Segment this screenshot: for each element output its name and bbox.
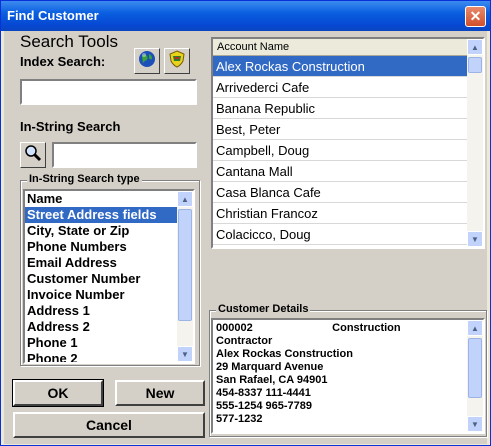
search-type-item[interactable]: Name [25,191,177,207]
detail-line: Contractor [216,335,273,347]
scroll-up-icon[interactable]: ▲ [467,320,483,336]
customer-details-box[interactable]: 000002 Construction Contractor Alex Rockas… [211,318,485,434]
window-title: Find Customer [7,8,99,23]
search-type-item[interactable]: City, State or Zip [25,223,177,239]
detail-line: San Rafael, CA 94901 [216,374,328,386]
globe-icon [138,50,156,73]
detail-line: 577-1232 [216,413,263,425]
detail-line: 000002 Construction [216,322,401,334]
detail-line: 555-1254 965-7789 [216,400,313,412]
in-string-search-input[interactable] [54,144,195,166]
search-type-item[interactable]: Street Address fields [25,207,177,223]
customer-details-text: 000002 Construction Contractor Alex Rockas… [213,320,467,432]
account-rows: Alex Rockas Construction Arrivederci Cafe… [213,56,467,245]
dialog-body: Search Tools Index Search: In-String Sea… [4,31,487,444]
find-customer-window: Find Customer ✕ Search Tools Index Searc… [0,0,491,446]
account-row[interactable]: Best, Peter [213,119,467,140]
index-search-field[interactable] [20,79,197,105]
search-type-item[interactable]: Customer Number [25,271,177,287]
shield-search-button[interactable] [164,48,190,74]
cancel-button[interactable]: Cancel [13,412,205,438]
scroll-thumb[interactable] [468,57,482,73]
index-search-label: Index Search: [20,54,106,69]
globe-search-button[interactable] [134,48,160,74]
account-row[interactable]: Campbell, Doug [213,140,467,161]
search-tools-label: Search Tools [20,32,118,51]
search-type-item[interactable]: Phone Numbers [25,239,177,255]
magnifier-icon [24,144,42,167]
search-type-item[interactable]: Address 1 [25,303,177,319]
search-type-item[interactable]: Phone 2 [25,351,177,362]
account-row[interactable]: Casa Blanca Cafe [213,182,467,203]
ok-button[interactable]: OK [12,379,104,407]
search-type-item[interactable]: Address 2 [25,319,177,335]
account-list-items: Account Name Alex Rockas Construction Arr… [213,39,467,247]
account-row[interactable]: Banana Republic [213,98,467,119]
scroll-up-icon[interactable]: ▲ [467,39,483,55]
in-string-search-button[interactable] [20,142,46,168]
shield-icon [168,49,186,73]
search-type-list[interactable]: Name Street Address fields City, State or … [23,189,195,364]
scroll-thumb[interactable] [468,338,482,398]
scroll-down-icon[interactable]: ▼ [467,231,483,247]
in-string-search-label: In-String Search [20,119,121,134]
scroll-down-icon[interactable]: ▼ [467,416,483,432]
account-row[interactable]: Cantana Mall [213,161,467,182]
scroll-down-icon[interactable]: ▼ [177,346,193,362]
search-type-scrollbar[interactable]: ▲ ▼ [177,191,193,362]
account-name-column-header[interactable]: Account Name [213,39,467,56]
account-row[interactable]: Alex Rockas Construction [213,56,467,77]
search-type-item[interactable]: Email Address [25,255,177,271]
close-icon[interactable]: ✕ [465,6,486,27]
search-type-item[interactable]: Phone 1 [25,335,177,351]
account-scrollbar[interactable]: ▲ ▼ [467,39,483,247]
index-search-input[interactable] [22,81,195,103]
account-list[interactable]: Account Name Alex Rockas Construction Arr… [211,37,485,249]
account-row[interactable]: Christian Francoz [213,203,467,224]
detail-line: 454-8337 111-4441 [216,387,311,399]
account-row[interactable]: Arrivederci Cafe [213,77,467,98]
scroll-up-icon[interactable]: ▲ [177,191,193,207]
in-string-search-field[interactable] [52,142,197,168]
search-type-group-label: In-String Search type [27,173,142,185]
details-scrollbar[interactable]: ▲ ▼ [467,320,483,432]
detail-line: Alex Rockas Construction [216,348,353,360]
scroll-thumb[interactable] [178,209,192,321]
account-row[interactable]: Colacicco, Doug [213,224,467,245]
new-button[interactable]: New [115,380,205,406]
customer-details-label: Customer Details [216,303,311,315]
search-type-items: Name Street Address fields City, State or … [25,191,177,362]
search-type-item[interactable]: Invoice Number [25,287,177,303]
title-bar: Find Customer ✕ [1,1,490,31]
detail-line: 29 Marquard Avenue [216,361,324,373]
